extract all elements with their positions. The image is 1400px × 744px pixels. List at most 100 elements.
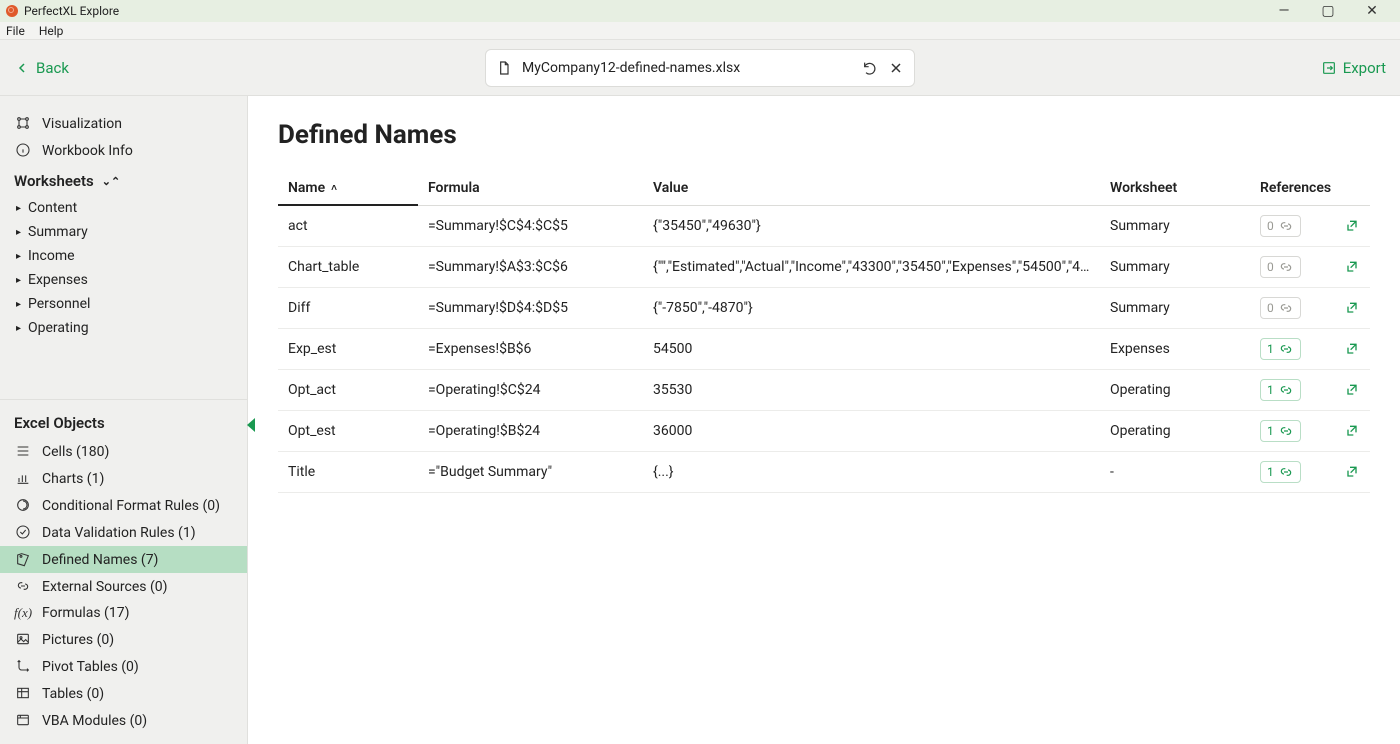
table-row[interactable]: Opt_est=Operating!$B$2436000Operating1 — [278, 410, 1370, 451]
object-item-pictures[interactable]: Pictures (0) — [0, 626, 247, 653]
app-icon — [6, 5, 18, 17]
caret-right-icon: ▸ — [16, 299, 24, 310]
row-export-button[interactable] — [1344, 217, 1360, 235]
row-export-button[interactable] — [1344, 299, 1360, 317]
object-item-label: Cells (180) — [42, 444, 109, 460]
worksheet-label: Content — [28, 200, 77, 216]
caret-right-icon: ▸ — [16, 227, 24, 238]
window-minimize-button[interactable]: — — [1262, 3, 1306, 19]
content-area: Visualization Workbook Info Worksheets ⌄… — [0, 96, 1400, 744]
ext-icon — [14, 578, 32, 595]
object-item-cells[interactable]: Cells (180) — [0, 438, 247, 465]
app-title: PerfectXL Explore — [24, 4, 1262, 18]
worksheet-item-income[interactable]: ▸Income — [0, 244, 247, 268]
object-item-defined-names[interactable]: Defined Names (7) — [0, 546, 247, 573]
references-pill[interactable]: 1 — [1260, 420, 1301, 442]
table-row[interactable]: Exp_est=Expenses!$B$654500Expenses1 — [278, 328, 1370, 369]
references-pill[interactable]: 1 — [1260, 379, 1301, 401]
export-icon — [1321, 60, 1337, 76]
table-row[interactable]: Chart_table=Summary!$A$3:$C$6{"","Estima… — [278, 246, 1370, 287]
cell-worksheet: Summary — [1100, 205, 1250, 246]
object-item-vba[interactable]: VBA Modules (0) — [0, 707, 247, 734]
table-row[interactable]: act=Summary!$C$4:$C$5{"35450","49630"}Su… — [278, 205, 1370, 246]
cell-formula: =Summary!$C$4:$C$5 — [418, 205, 643, 246]
object-item-conditional-formats[interactable]: Conditional Format Rules (0) — [0, 492, 247, 519]
chevron-collapse-icon: ⌄⌃ — [102, 175, 120, 188]
back-button[interactable]: Back — [14, 59, 69, 77]
pic-icon — [14, 631, 32, 648]
col-header-value[interactable]: Value — [643, 172, 1100, 205]
worksheet-item-operating[interactable]: ▸Operating — [0, 316, 247, 340]
cell-worksheet: Expenses — [1100, 328, 1250, 369]
cell-name: Diff — [278, 287, 418, 328]
references-pill[interactable]: 1 — [1260, 461, 1301, 483]
object-item-external-sources[interactable]: External Sources (0) — [0, 573, 247, 600]
cell-name: Chart_table — [278, 246, 418, 287]
worksheet-item-summary[interactable]: ▸Summary — [0, 220, 247, 244]
object-item-label: VBA Modules (0) — [42, 713, 147, 729]
references-pill[interactable]: 0 — [1260, 215, 1301, 237]
file-chip: MyCompany12-defined-names.xlsx — [485, 49, 915, 87]
menu-help[interactable]: Help — [39, 24, 64, 38]
cell-references: 1 — [1250, 328, 1330, 369]
row-export-button[interactable] — [1344, 340, 1360, 358]
cell-value: 36000 — [643, 410, 1100, 451]
sidebar-item-visualization[interactable]: Visualization — [0, 110, 247, 137]
references-pill[interactable]: 0 — [1260, 256, 1301, 278]
worksheets-section[interactable]: Worksheets ⌄⌃ — [0, 164, 247, 196]
row-export-button[interactable] — [1344, 422, 1360, 440]
menu-file[interactable]: File — [6, 24, 25, 38]
sidebar: Visualization Workbook Info Worksheets ⌄… — [0, 96, 248, 744]
cell-formula: =Summary!$D$4:$D$5 — [418, 287, 643, 328]
file-name: MyCompany12-defined-names.xlsx — [522, 60, 852, 76]
object-item-label: Pivot Tables (0) — [42, 659, 139, 675]
object-item-pivot-tables[interactable]: Pivot Tables (0) — [0, 653, 247, 680]
object-item-data-validation[interactable]: Data Validation Rules (1) — [0, 519, 247, 546]
cell-references: 1 — [1250, 369, 1330, 410]
object-item-tables[interactable]: Tables (0) — [0, 680, 247, 707]
col-header-references[interactable]: References — [1250, 172, 1330, 205]
references-pill[interactable]: 1 — [1260, 338, 1301, 360]
object-item-label: Defined Names (7) — [42, 552, 158, 568]
window-close-button[interactable]: ✕ — [1350, 3, 1394, 19]
object-item-formulas[interactable]: f(x) Formulas (17) — [0, 600, 247, 626]
fx-icon: f(x) — [14, 605, 32, 621]
row-export-button[interactable] — [1344, 463, 1360, 481]
sidebar-collapse-handle[interactable] — [247, 418, 255, 432]
close-file-icon[interactable] — [888, 60, 904, 76]
worksheet-item-expenses[interactable]: ▸Expenses — [0, 268, 247, 292]
object-item-label: Pictures (0) — [42, 632, 114, 648]
worksheet-item-content[interactable]: ▸Content — [0, 196, 247, 220]
table-row[interactable]: Title="Budget Summary"{...}-1 — [278, 451, 1370, 492]
names-icon — [14, 551, 32, 568]
cell-actions — [1330, 328, 1370, 369]
object-item-charts[interactable]: Charts (1) — [0, 465, 247, 492]
col-header-worksheet[interactable]: Worksheet — [1100, 172, 1250, 205]
pivot-icon — [14, 658, 32, 675]
sidebar-item-workbook-info[interactable]: Workbook Info — [0, 137, 247, 164]
cell-name: Opt_est — [278, 410, 418, 451]
undo-icon[interactable] — [862, 60, 878, 76]
col-header-formula[interactable]: Formula — [418, 172, 643, 205]
arrow-left-icon — [14, 60, 30, 76]
references-pill[interactable]: 0 — [1260, 297, 1301, 319]
cell-value: 35530 — [643, 369, 1100, 410]
back-label: Back — [36, 59, 69, 77]
export-button[interactable]: Export — [1321, 59, 1386, 77]
sidebar-upper: Visualization Workbook Info Worksheets ⌄… — [0, 96, 247, 348]
worksheets-title: Worksheets — [14, 172, 94, 190]
info-icon — [14, 142, 32, 159]
row-export-button[interactable] — [1344, 381, 1360, 399]
worksheet-label: Expenses — [28, 272, 88, 288]
col-header-name[interactable]: Name˄ — [278, 172, 418, 205]
table-row[interactable]: Opt_act=Operating!$C$2435530Operating1 — [278, 369, 1370, 410]
row-export-button[interactable] — [1344, 258, 1360, 276]
window-maximize-button[interactable]: ▢ — [1306, 3, 1350, 19]
object-item-label: Charts (1) — [42, 471, 104, 487]
object-item-label: Conditional Format Rules (0) — [42, 498, 220, 514]
cells-icon — [14, 443, 32, 460]
worksheet-item-personnel[interactable]: ▸Personnel — [0, 292, 247, 316]
table-row[interactable]: Diff=Summary!$D$4:$D$5{"-7850","-4870"}S… — [278, 287, 1370, 328]
cell-value: {...} — [643, 451, 1100, 492]
worksheet-label: Operating — [28, 320, 89, 336]
